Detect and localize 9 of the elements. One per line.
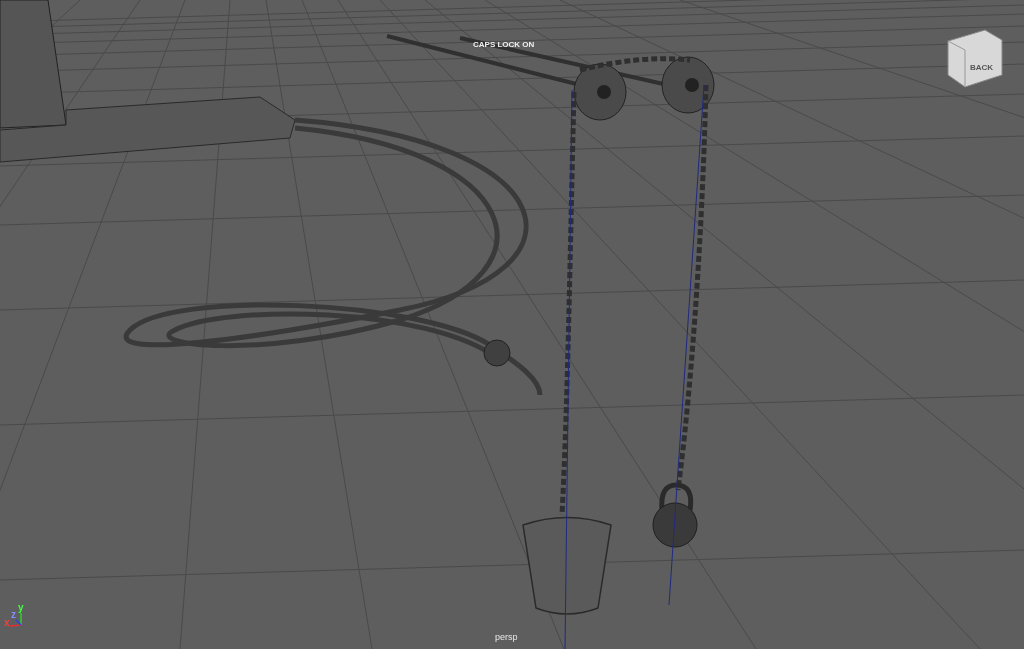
axis-gizmo-icon xyxy=(9,612,22,627)
axis-label: z xyxy=(11,609,16,620)
camera-name: persp xyxy=(495,632,518,642)
ball-drawing xyxy=(483,339,511,367)
axis-label: y xyxy=(18,602,24,613)
axis-label: x xyxy=(4,617,10,628)
hud-message: CAPS LOCK ON xyxy=(473,40,535,49)
view-cube[interactable]: BACK xyxy=(947,29,1003,88)
view-cube-label: BACK xyxy=(970,63,994,72)
